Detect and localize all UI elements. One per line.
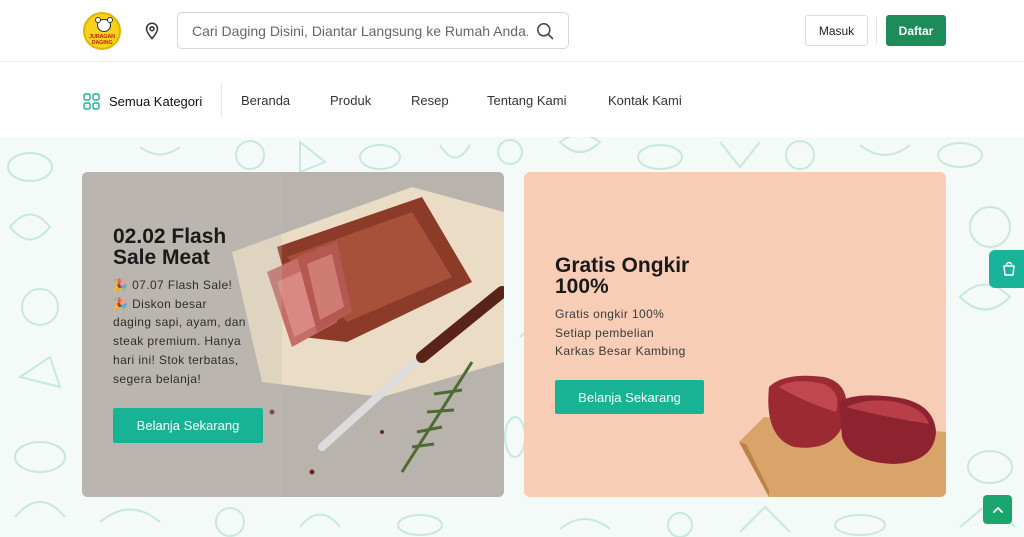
banner-title-line: Sale Meat	[113, 246, 210, 269]
nav-link-beranda[interactable]: Beranda	[241, 93, 290, 108]
banner-description-line: hari ini! Stok terbatas,	[113, 352, 239, 367]
banner-description: 🎉 07.07 Flash Sale! 🎉 Diskon besar dagin…	[113, 276, 263, 388]
banner-title: Gratis Ongkir 100%	[555, 255, 755, 297]
login-button[interactable]: Masuk	[805, 15, 868, 46]
register-button[interactable]: Daftar	[886, 15, 946, 46]
banner-description-line: daging sapi, ayam, dan	[113, 315, 246, 330]
banner-title-line: 02.02 Flash	[113, 225, 227, 248]
banner-description-line: Gratis ongkir 100%	[555, 307, 665, 321]
header-divider	[876, 17, 877, 44]
banner-title-line: Gratis Ongkir	[555, 254, 690, 277]
nav-link-resep[interactable]: Resep	[411, 93, 449, 108]
banner-description: Gratis ongkir 100% Setiap pembelian Kark…	[555, 305, 755, 361]
map-pin-icon[interactable]	[144, 22, 160, 40]
chevron-up-icon	[992, 506, 1003, 513]
back-to-top-button[interactable]	[983, 495, 1012, 524]
search-bar	[177, 12, 569, 49]
cart-button[interactable]	[989, 250, 1024, 288]
banner-description-line: 🎉 07.07 Flash Sale!	[113, 278, 233, 292]
banner-title-line: 100%	[555, 275, 609, 298]
flash-sale-banner[interactable]: 02.02 Flash Sale Meat 🎉 07.07 Flash Sale…	[82, 172, 504, 497]
banner-description-line: Setiap pembelian	[555, 325, 655, 340]
shop-now-button[interactable]: Belanja Sekarang	[555, 380, 704, 414]
hero-section: 02.02 Flash Sale Meat 🎉 07.07 Flash Sale…	[0, 137, 1024, 537]
banner-description-line: 🎉 Diskon besar	[113, 296, 207, 311]
grid-icon	[83, 92, 100, 110]
site-header: JURAGAN DAGING Masuk Daftar	[0, 0, 1024, 62]
cow-logo-icon	[95, 17, 113, 32]
nav-link-tentang-kami[interactable]: Tentang Kami	[487, 93, 567, 108]
brand-logo[interactable]: JURAGAN DAGING	[83, 12, 121, 50]
shopping-bag-icon	[1003, 261, 1015, 276]
banner-description-line: segera belanja!	[113, 371, 202, 386]
shop-now-button[interactable]: Belanja Sekarang	[113, 408, 263, 443]
banner-description-line: steak premium. Hanya	[113, 334, 242, 349]
banner-description-line: Karkas Besar Kambing	[555, 344, 686, 359]
nav-divider	[221, 83, 222, 117]
nav-link-kontak-kami[interactable]: Kontak Kami	[608, 93, 682, 108]
all-categories-button[interactable]: Semua Kategori	[83, 91, 202, 111]
search-input[interactable]	[192, 13, 528, 48]
banner-title: 02.02 Flash Sale Meat	[113, 226, 313, 268]
free-shipping-banner[interactable]: Gratis Ongkir 100% Gratis ongkir 100% Se…	[524, 172, 946, 497]
search-icon[interactable]	[536, 22, 554, 40]
all-categories-label: Semua Kategori	[109, 93, 203, 109]
nav-link-produk[interactable]: Produk	[330, 93, 371, 108]
main-nav: Semua Kategori Beranda Produk Resep Tent…	[0, 63, 1024, 137]
logo-text: JURAGAN DAGING	[89, 34, 115, 46]
